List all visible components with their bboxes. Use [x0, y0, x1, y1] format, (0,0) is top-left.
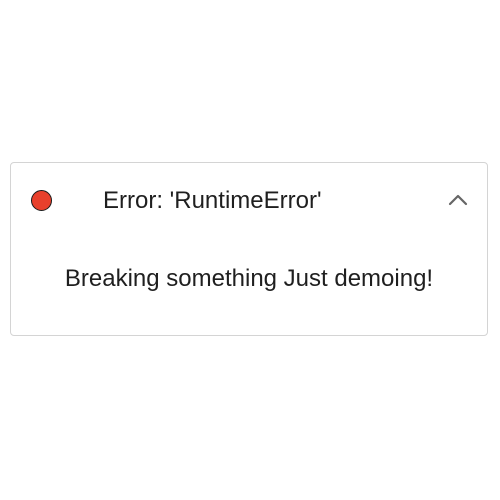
- error-status-icon: [31, 190, 52, 211]
- error-message: Breaking something Just demoing!: [64, 265, 434, 292]
- error-panel-body: Breaking something Just demoing!: [11, 263, 487, 295]
- chevron-up-icon: [448, 194, 468, 206]
- collapse-toggle-button[interactable]: [445, 187, 471, 213]
- error-title: Error: 'RuntimeError': [103, 187, 322, 214]
- error-panel: Error: 'RuntimeError' Breaking something…: [10, 162, 488, 336]
- error-panel-header[interactable]: Error: 'RuntimeError': [11, 163, 487, 239]
